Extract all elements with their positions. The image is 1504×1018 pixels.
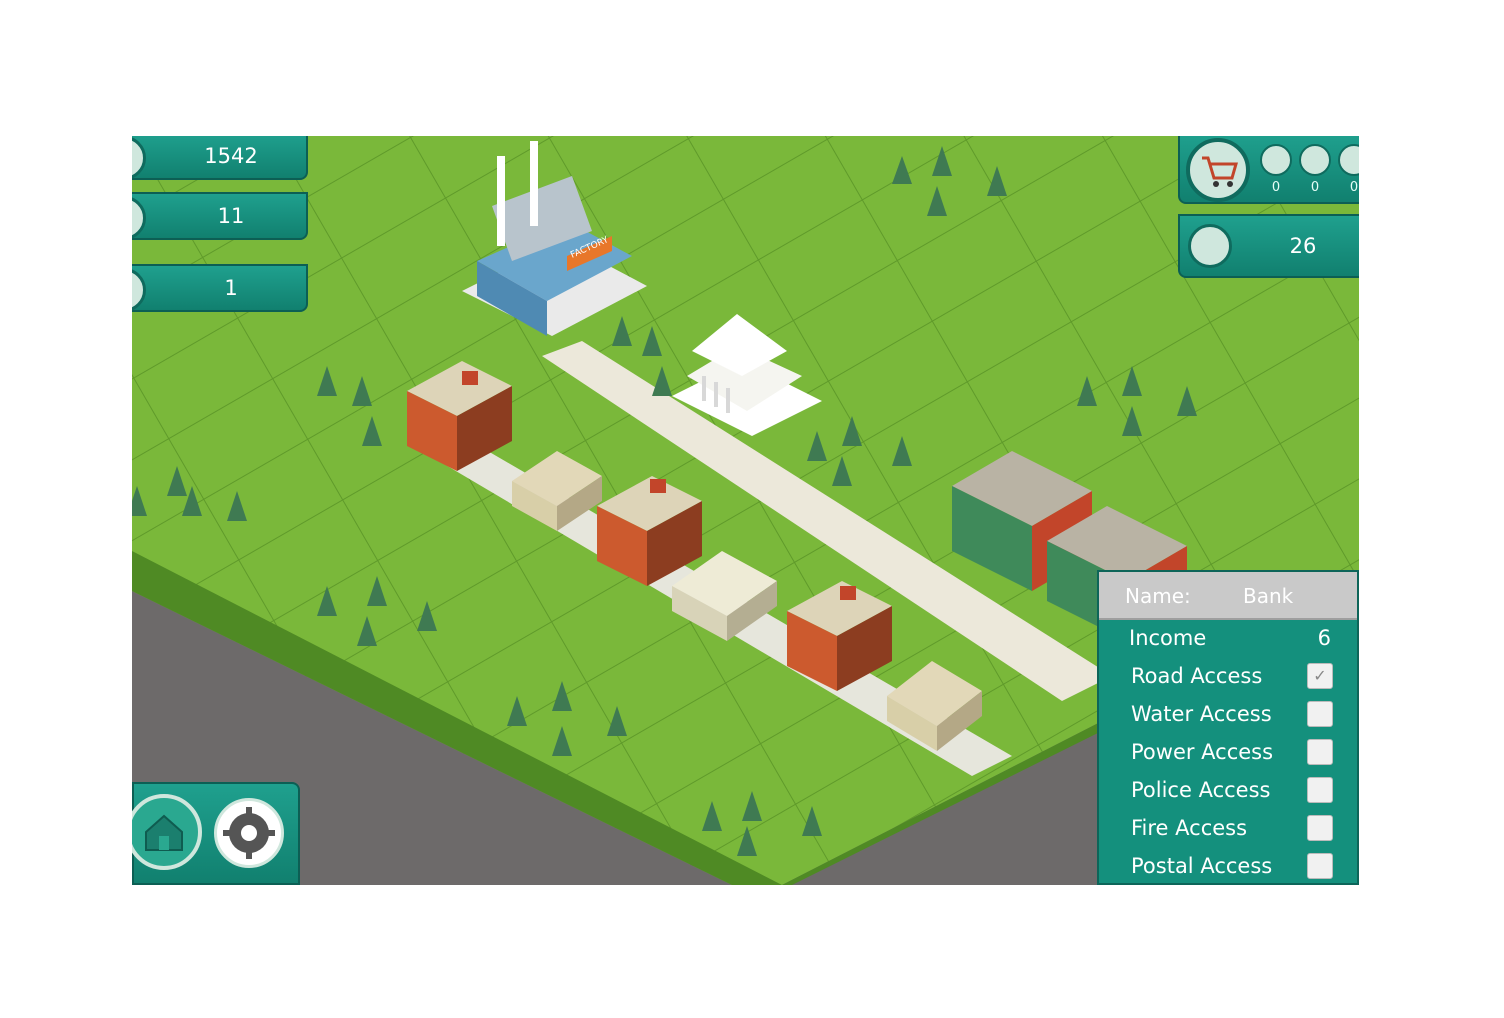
police-access-row: Police Access xyxy=(1099,772,1357,810)
power-access-label: Power Access xyxy=(1131,740,1274,764)
money-value: 1542 xyxy=(204,144,258,168)
population-value: 26 xyxy=(1289,234,1317,258)
income-label: Income xyxy=(1129,626,1207,650)
worker-icon[interactable] xyxy=(1299,144,1331,176)
home-icon xyxy=(145,814,183,851)
shop-panel: 0 0 0 xyxy=(1178,136,1359,204)
name-label: Name: xyxy=(1125,584,1191,608)
gear-icon xyxy=(223,807,275,859)
water-access-checkbox[interactable] xyxy=(1307,701,1333,727)
postal-access-checkbox[interactable] xyxy=(1307,853,1333,879)
control-panel xyxy=(132,782,300,885)
tools-value: 1 xyxy=(224,276,238,300)
money-counter: 1542 xyxy=(132,136,308,180)
home-button[interactable] xyxy=(132,794,202,870)
road-access-label: Road Access xyxy=(1131,664,1263,688)
power-access-checkbox[interactable] xyxy=(1307,739,1333,765)
fire-access-row: Fire Access xyxy=(1099,810,1357,848)
shopping-cart-icon[interactable] xyxy=(1186,138,1250,202)
water-access-row: Water Access xyxy=(1099,696,1357,734)
income-row: Income 6 xyxy=(1099,620,1357,658)
money-bag-icon[interactable] xyxy=(1260,144,1292,176)
income-value: 6 xyxy=(1317,626,1331,650)
citizens-icon xyxy=(1188,224,1232,268)
wrench-icon[interactable] xyxy=(1338,144,1359,176)
shop-worker-count: 0 xyxy=(1310,180,1320,195)
road-access-checkbox[interactable]: ✓ xyxy=(1307,663,1333,689)
tools-counter: 1 xyxy=(132,264,308,312)
fire-access-label: Fire Access xyxy=(1131,816,1248,840)
building-name: Bank xyxy=(1243,584,1294,608)
police-access-label: Police Access xyxy=(1131,778,1271,802)
workers-counter: 11 xyxy=(132,192,308,240)
building-name-header: Name: Bank xyxy=(1099,572,1357,620)
workers-value: 11 xyxy=(217,204,245,228)
postal-access-row: Postal Access xyxy=(1099,848,1357,885)
police-access-checkbox[interactable] xyxy=(1307,777,1333,803)
postal-access-label: Postal Access xyxy=(1131,854,1273,878)
road-access-row: Road Access ✓ xyxy=(1099,658,1357,696)
game-viewport[interactable]: FACTORY 1542 11 1 0 0 0 26 Name: Bank In… xyxy=(132,136,1359,885)
water-access-label: Water Access xyxy=(1131,702,1272,726)
settings-button[interactable] xyxy=(214,798,284,868)
power-access-row: Power Access xyxy=(1099,734,1357,772)
shop-money-count: 0 xyxy=(1271,180,1281,195)
population-counter: 26 xyxy=(1178,214,1359,278)
shop-tool-count: 0 xyxy=(1349,180,1359,195)
building-info-panel: Name: Bank Income 6 Road Access ✓ Water … xyxy=(1097,570,1359,885)
fire-access-checkbox[interactable] xyxy=(1307,815,1333,841)
